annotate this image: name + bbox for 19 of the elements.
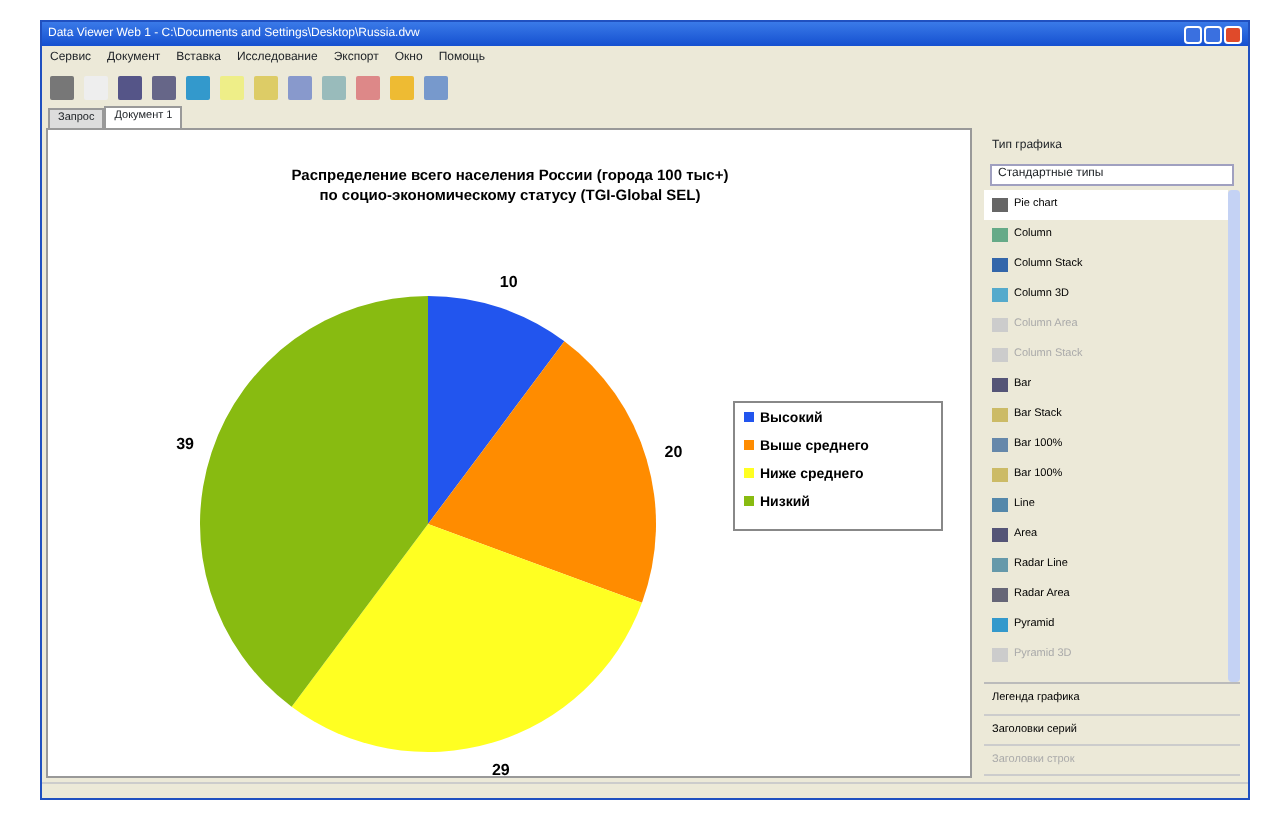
data-label: 10 xyxy=(499,273,518,292)
toolbar-icon[interactable] xyxy=(152,76,176,100)
toolbar-icon[interactable] xyxy=(424,76,448,100)
toolbar-icon[interactable] xyxy=(186,76,210,100)
data-label: 39 xyxy=(176,435,194,454)
toolbar-icon[interactable] xyxy=(288,76,312,100)
toolbar-icon[interactable] xyxy=(322,76,346,100)
toolbar-icon[interactable] xyxy=(390,76,414,100)
toolbar-icon[interactable] xyxy=(50,76,74,100)
toolbar-icon[interactable] xyxy=(220,76,244,100)
minimize-button[interactable] xyxy=(1184,25,1202,43)
data-label: 29 xyxy=(491,761,510,780)
data-label: 20 xyxy=(664,443,683,462)
maximize-button[interactable] xyxy=(1204,25,1222,43)
scrollbar[interactable] xyxy=(1228,190,1240,683)
toolbar-icon[interactable] xyxy=(118,76,142,100)
toolbar-icon[interactable] xyxy=(356,76,380,100)
close-button[interactable] xyxy=(1224,25,1242,43)
toolbar-icon[interactable] xyxy=(254,76,278,100)
